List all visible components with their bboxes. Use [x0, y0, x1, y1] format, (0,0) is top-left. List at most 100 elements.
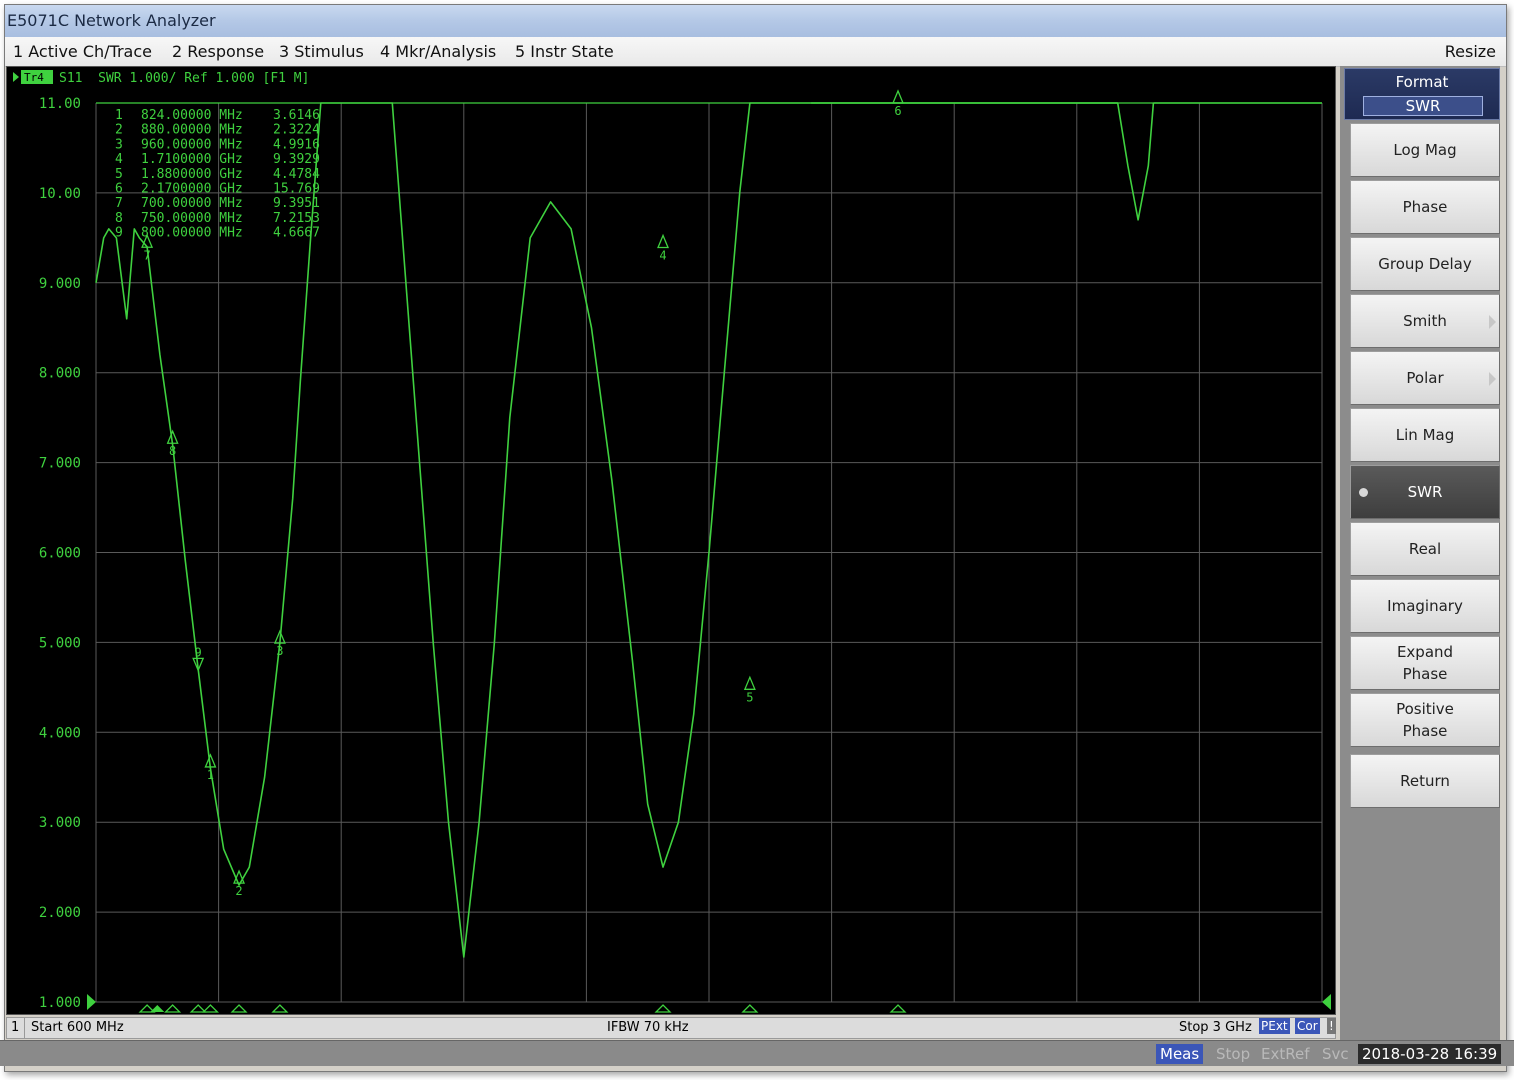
- softkey-label: Log Mag: [1393, 141, 1457, 159]
- marker-position-icon: [889, 1004, 907, 1013]
- softkey-label: Group Delay: [1378, 255, 1472, 273]
- marker-table-value: 15.769: [273, 182, 320, 197]
- active-marker-position-icon: [150, 1005, 165, 1012]
- menu-resize[interactable]: Resize: [1445, 37, 1496, 67]
- marker-table-frequency: 700.00000 MHz: [141, 196, 243, 211]
- menu-response[interactable]: 2 Response: [172, 37, 264, 67]
- softkey-label: Phase: [1402, 198, 1448, 216]
- marker-table-frequency: 750.00000 MHz: [141, 211, 243, 226]
- menu-mkr-analysis[interactable]: 4 Mkr/Analysis: [380, 37, 496, 67]
- marker-table-id: 4: [115, 152, 123, 167]
- marker-label: 9: [195, 645, 202, 659]
- softkey-header: Format SWR: [1344, 68, 1500, 120]
- y-tick-label: 4.000: [39, 725, 81, 741]
- softkey-group-delay[interactable]: Group Delay: [1350, 237, 1500, 291]
- marker-triangle-icon: [743, 675, 756, 690]
- marker-table-id: 3: [115, 137, 123, 152]
- marker-triangle-icon: [892, 89, 904, 104]
- meas-indicator: Meas: [1156, 1044, 1204, 1064]
- date-time: 2018-03-28 16:39: [1358, 1044, 1502, 1064]
- marker-table-value: 4.9916: [273, 137, 320, 152]
- marker-label: 4: [659, 248, 666, 262]
- marker-table-id: 2: [115, 123, 123, 138]
- marker-table-value: 2.3224: [273, 123, 320, 138]
- marker-table-frequency: 2.1700000 GHz: [141, 182, 243, 197]
- softkey-label: Return: [1400, 772, 1450, 790]
- marker-table-id: 8: [115, 211, 123, 226]
- y-tick-label: 9.000: [39, 276, 81, 292]
- marker-table-id: 5: [115, 167, 123, 182]
- softkey-current-format: SWR: [1363, 96, 1483, 116]
- marker-triangle-icon: [657, 233, 670, 249]
- marker-table-value: 4.6667: [273, 226, 320, 241]
- y-tick-label: 3.000: [39, 815, 81, 831]
- marker-table-frequency: 880.00000 MHz: [141, 123, 243, 138]
- marker-label: 2: [235, 884, 242, 898]
- menu-stimulus[interactable]: 3 Stimulus: [279, 37, 364, 67]
- menu-instr-state[interactable]: 5 Instr State: [515, 37, 614, 67]
- softkey-smith[interactable]: Smith: [1350, 294, 1500, 348]
- trace-header: Tr4 S11 SWR 1.000/ Ref 1.000 [F1 M]: [13, 70, 309, 86]
- y-tick-label: 2.000: [39, 905, 81, 921]
- softkey-polar[interactable]: Polar: [1350, 351, 1500, 405]
- menu-active-ch-trace[interactable]: 1 Active Ch/Trace: [13, 37, 152, 67]
- stop-frequency[interactable]: Stop 3 GHz: [1179, 1018, 1252, 1038]
- softkey-real[interactable]: Real: [1350, 522, 1500, 576]
- marker-table-value: 4.4784: [273, 167, 320, 182]
- marker-table-value: 9.3929: [273, 152, 320, 167]
- swr-chart: 11.00 10.00 9.000 8.000 7.000 6.000 5.000 4.000…: [13, 70, 1331, 1013]
- marker-table-id: 7: [115, 196, 123, 211]
- marker-position-icon: [271, 1004, 289, 1013]
- submenu-arrow-icon: [1489, 315, 1496, 329]
- softkey-lin-mag[interactable]: Lin Mag: [1350, 408, 1500, 462]
- menu-bar: 1 Active Ch/Trace 2 Response 3 Stimulus …: [5, 37, 1506, 67]
- marker-table-value: 3.6146: [273, 108, 320, 123]
- window-title: E5071C Network Analyzer: [7, 11, 216, 30]
- y-tick-label: 11.00: [39, 96, 81, 112]
- softkey-label: Expand Phase: [1396, 643, 1454, 683]
- softkey-phase[interactable]: Phase: [1350, 180, 1500, 234]
- softkey-panel: Format SWR Log Mag Phase Group Delay Smith P…: [1340, 66, 1500, 1040]
- marker-table-id: 1: [115, 108, 123, 123]
- y-tick-label: 1.000: [39, 995, 81, 1011]
- trace-badge: Tr4: [24, 71, 44, 84]
- softkey-positive-phase[interactable]: Positive Phase: [1350, 693, 1500, 747]
- marker-layer: 1 2 3 4 5 6 7 8 9: [141, 89, 904, 898]
- softkey-expand-phase[interactable]: Expand Phase: [1350, 636, 1500, 690]
- marker-label: 3: [276, 644, 283, 658]
- trace-header-text: S11 SWR 1.000/ Ref 1.000 [F1 M]: [59, 71, 309, 86]
- marker-table: 1 824.00000 MHz 3.6146 2 880.00000 MHz 2.3224…: [115, 108, 320, 241]
- marker-position-icon: [654, 1004, 672, 1013]
- submenu-arrow-icon: [1489, 372, 1496, 386]
- measurement-display[interactable]: 11.00 10.00 9.000 8.000 7.000 6.000 5.000 4.000…: [6, 66, 1336, 1015]
- softkey-label: Imaginary: [1387, 597, 1463, 615]
- softkey-swr[interactable]: SWR: [1350, 465, 1500, 519]
- y-tick-label: 8.000: [39, 366, 81, 382]
- softkey-log-mag[interactable]: Log Mag: [1350, 123, 1500, 177]
- marker-position-icon: [189, 1004, 207, 1013]
- softkey-return[interactable]: Return: [1350, 754, 1500, 808]
- trace-s11-swr: [95, 102, 1155, 958]
- title-bar: E5071C Network Analyzer: [5, 5, 1506, 37]
- marker-table-id: 6: [115, 182, 123, 197]
- instrument-status-bar: Meas Stop ExtRef Svc 2018-03-28 16:39: [0, 1040, 1514, 1066]
- y-tick-label: 5.000: [39, 635, 81, 651]
- softkey-imaginary[interactable]: Imaginary: [1350, 579, 1500, 633]
- softkey-label: Lin Mag: [1395, 426, 1455, 444]
- softkey-label: Polar: [1406, 369, 1444, 387]
- active-trace-indicator: [13, 72, 19, 82]
- marker-table-frequency: 1.7100000 GHz: [141, 152, 243, 167]
- marker-position-icon: [741, 1004, 759, 1013]
- marker-position-icon: [230, 1004, 248, 1013]
- softkey-label: SWR: [1407, 483, 1443, 501]
- reference-level-left-icon: [87, 994, 96, 1010]
- marker-position-icon: [201, 1004, 219, 1013]
- marker-table-frequency: 824.00000 MHz: [141, 108, 243, 123]
- extref-indicator: ExtRef: [1261, 1045, 1310, 1063]
- start-frequency[interactable]: Start 600 MHz: [31, 1018, 124, 1038]
- selected-dot-icon: [1359, 488, 1368, 497]
- y-tick-label: 7.000: [39, 456, 81, 472]
- softkey-label: Positive Phase: [1396, 700, 1454, 740]
- softkey-label: Smith: [1403, 312, 1447, 330]
- if-bandwidth[interactable]: IFBW 70 kHz: [607, 1018, 689, 1038]
